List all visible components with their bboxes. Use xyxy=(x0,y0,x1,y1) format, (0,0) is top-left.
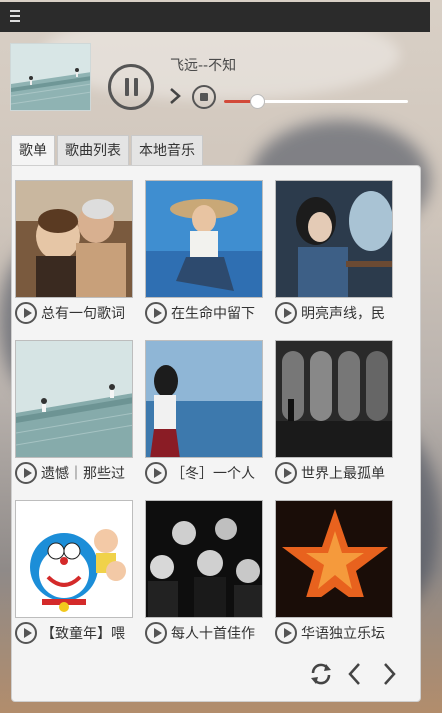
playlist-title: 华语独立乐坛 xyxy=(301,626,385,642)
stop-icon[interactable] xyxy=(192,85,216,109)
progress-thumb[interactable] xyxy=(250,94,266,109)
refresh-icon[interactable] xyxy=(308,661,334,687)
playlist-panel: 总有一句歌词 在生命中留下 明亮声线，民 遗憾｜那些过 ［冬］一个人 世界上最孤… xyxy=(11,165,421,702)
playlist-cover xyxy=(15,500,133,618)
playlist-title: 世界上最孤单 xyxy=(301,466,385,482)
tab-local-music[interactable]: 本地音乐 xyxy=(131,135,203,165)
playlist-title: 每人十首佳作 xyxy=(171,626,255,642)
playlist-cover xyxy=(275,500,393,618)
playlist-card[interactable]: 华语独立乐坛 xyxy=(275,500,393,650)
tab-song-list[interactable]: 歌曲列表 xyxy=(57,135,129,165)
play-icon[interactable] xyxy=(145,462,167,484)
tab-playlists[interactable]: 歌单 xyxy=(11,135,55,166)
next-icon[interactable] xyxy=(168,86,182,106)
playlist-title: 【致童年】喂 xyxy=(41,626,125,642)
playlist-cover xyxy=(275,180,393,298)
playlist-cover xyxy=(275,340,393,458)
hamburger-icon[interactable] xyxy=(10,10,24,24)
playlist-cover xyxy=(15,180,133,298)
now-playing-title: 飞远--不知 xyxy=(170,58,237,74)
play-icon[interactable] xyxy=(15,462,37,484)
playlist-cover xyxy=(15,340,133,458)
play-icon[interactable] xyxy=(275,462,297,484)
chevron-left-icon[interactable] xyxy=(342,661,368,687)
playlist-card[interactable]: 【致童年】喂 xyxy=(15,500,133,650)
pager xyxy=(300,661,402,687)
playlist-card[interactable]: 明亮声线，民 xyxy=(275,180,393,330)
pause-icon[interactable] xyxy=(108,64,154,110)
play-icon[interactable] xyxy=(145,302,167,324)
playlist-title: ［冬］一个人 xyxy=(171,466,255,482)
play-icon[interactable] xyxy=(15,302,37,324)
playlist-card[interactable]: 总有一句歌词 xyxy=(15,180,133,330)
playlist-cover xyxy=(145,340,263,458)
playlist-title: 明亮声线，民 xyxy=(301,306,385,322)
playlist-card[interactable]: 在生命中留下 xyxy=(145,180,263,330)
play-icon[interactable] xyxy=(275,302,297,324)
play-icon[interactable] xyxy=(145,622,167,644)
progress-slider[interactable] xyxy=(224,94,408,109)
playlist-title: 在生命中留下 xyxy=(171,306,255,322)
playlist-title: 总有一句歌词 xyxy=(41,306,125,322)
playlist-cover xyxy=(145,500,263,618)
tab-bar: 歌单 歌曲列表 本地音乐 xyxy=(11,135,205,166)
now-playing-cover xyxy=(10,43,91,111)
playlist-title: 遗憾｜那些过 xyxy=(41,466,125,482)
play-icon[interactable] xyxy=(275,622,297,644)
chevron-right-icon[interactable] xyxy=(376,661,402,687)
title-bar xyxy=(0,2,430,32)
playlist-cover xyxy=(145,180,263,298)
playlist-card[interactable]: 每人十首佳作 xyxy=(145,500,263,650)
playlist-card[interactable]: ［冬］一个人 xyxy=(145,340,263,490)
playlist-card[interactable]: 世界上最孤单 xyxy=(275,340,393,490)
playlist-card[interactable]: 遗憾｜那些过 xyxy=(15,340,133,490)
play-icon[interactable] xyxy=(15,622,37,644)
